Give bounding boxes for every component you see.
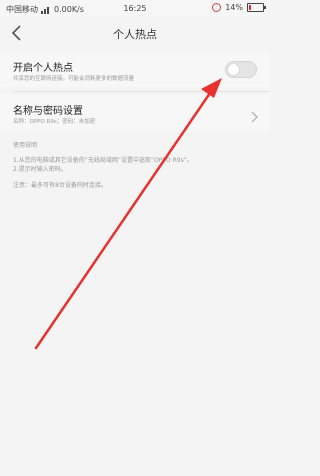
row-divider [13, 91, 270, 92]
hotspot-label: 开启个人热点 [13, 63, 73, 74]
help-step-2: 2.提示时输入密码。 [13, 166, 67, 173]
status-bar: 中国移动 0.00K/s 16:25 14% [0, 0, 270, 18]
chevron-right-icon [250, 108, 258, 123]
name-password-description: 名称：OPPO R9s；密码：未加密 [13, 119, 96, 125]
name-password-row[interactable]: 名称与密码设置 名称：OPPO R9s；密码：未加密 [0, 94, 270, 132]
page-title: 个人热点 [113, 28, 157, 41]
help-section: 使用说明 1.从您的电脑或其它设备的“无线局域网”设置中选取“OPPO R9s”… [13, 141, 263, 190]
help-title: 使用说明 [13, 142, 38, 149]
title-bar: 个人热点 [0, 18, 270, 48]
help-note: 注意：最多可有8台设备同时连接。 [13, 182, 107, 189]
status-right: 14% [212, 3, 266, 12]
hotspot-description: 共享您的互联网连接，可能会消耗更多的数据流量 [13, 76, 135, 82]
hotspot-settings-page: 中国移动 0.00K/s 16:25 14% 个人热点 开启个人热点 共享您的互… [0, 0, 270, 476]
alarm-icon [212, 3, 222, 12]
help-step-1: 1.从您的电脑或其它设备的“无线局域网”设置中选取“OPPO R9s”。 [13, 157, 193, 164]
battery-percent: 14% [225, 3, 243, 12]
name-password-label: 名称与密码设置 [13, 106, 83, 117]
battery-icon [247, 3, 266, 12]
hotspot-toggle[interactable] [225, 61, 257, 78]
toggle-knob [228, 64, 239, 75]
hotspot-toggle-row[interactable]: 开启个人热点 共享您的互联网连接，可能会消耗更多的数据流量 [0, 52, 270, 87]
